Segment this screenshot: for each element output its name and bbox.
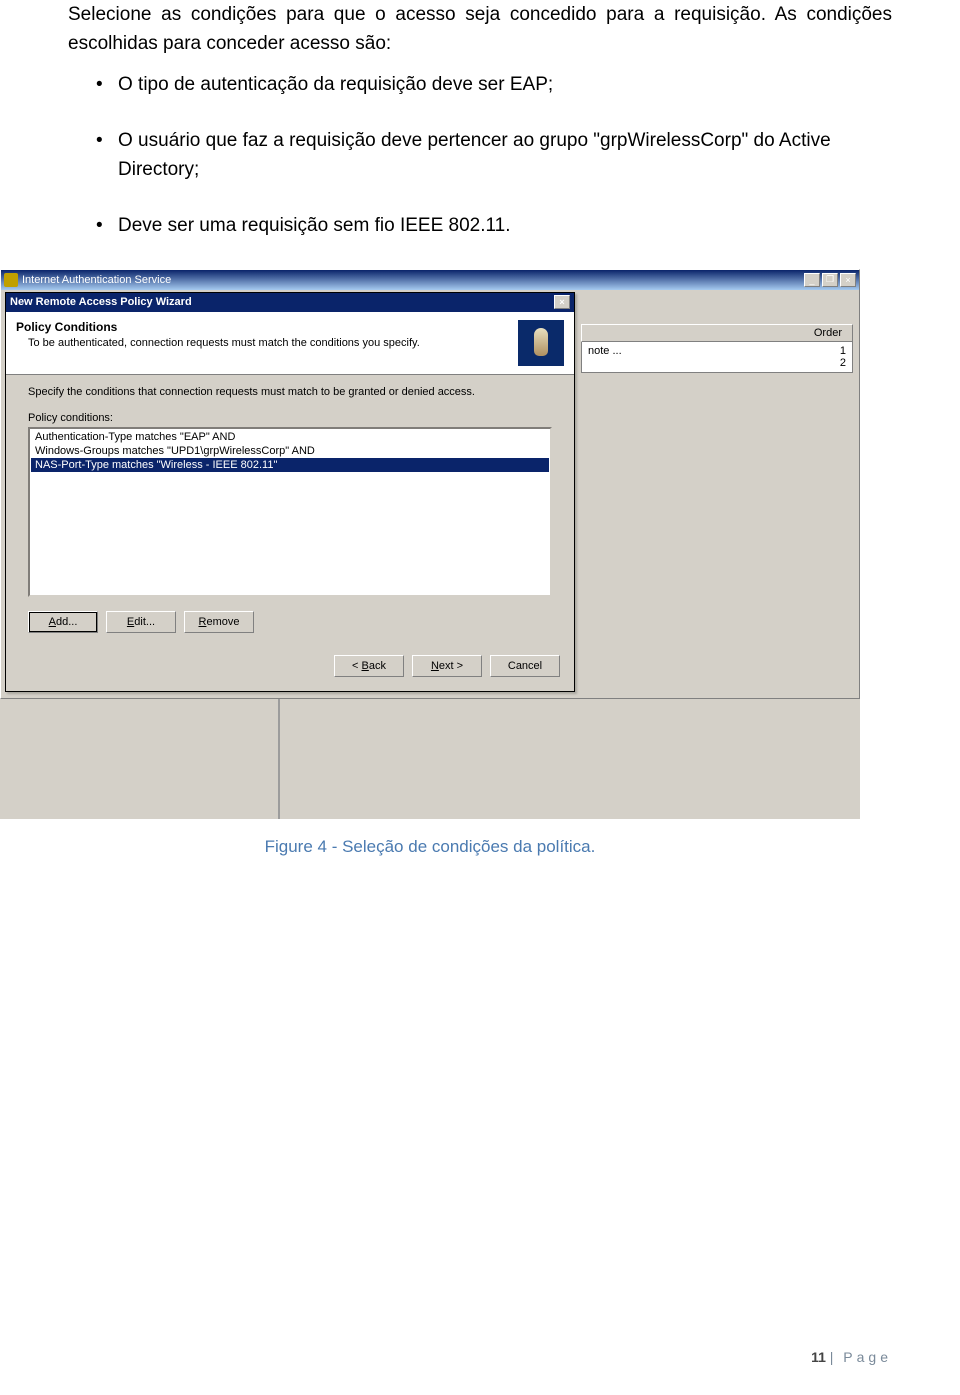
condition-row[interactable]: Windows-Groups matches "UPD1\grpWireless… (31, 444, 549, 458)
page-footer: 11 | Page (811, 1349, 892, 1365)
mmc-titlebar[interactable]: Internet Authentication Service _ ❐ × (1, 270, 859, 290)
mmc-window: Internet Authentication Service _ ❐ × Ne… (0, 269, 860, 699)
next-button[interactable]: Next > (412, 655, 482, 677)
restore-button[interactable]: ❐ (822, 273, 838, 287)
wizard-banner-icon (518, 320, 564, 366)
cancel-button[interactable]: Cancel (490, 655, 560, 677)
bullet-item: O tipo de autenticação da requisição dev… (96, 71, 892, 100)
mmc-lower-pane (0, 699, 860, 819)
remove-button[interactable]: Remove (184, 611, 254, 633)
condition-row[interactable]: Authentication-Type matches "EAP" AND (31, 430, 549, 444)
intro-paragraph: Selecione as condições para que o acesso… (68, 0, 892, 59)
condition-row-selected[interactable]: NAS-Port-Type matches "Wireless - IEEE 8… (31, 458, 549, 472)
back-button[interactable]: < Back (334, 655, 404, 677)
close-button[interactable]: × (840, 273, 856, 287)
policy-row[interactable]: 2 (588, 357, 846, 369)
minimize-button[interactable]: _ (804, 273, 820, 287)
add-button[interactable]: Add... (28, 611, 98, 633)
conditions-listbox[interactable]: Authentication-Type matches "EAP" AND Wi… (28, 427, 552, 597)
wizard-subheading: To be authenticated, connection requests… (16, 337, 510, 349)
app-icon (4, 273, 18, 287)
wizard-titlebar[interactable]: New Remote Access Policy Wizard × (6, 293, 574, 312)
bullet-item: Deve ser uma requisição sem fio IEEE 802… (96, 212, 892, 241)
mmc-title-text: Internet Authentication Service (22, 274, 171, 286)
wizard-title-text: New Remote Access Policy Wizard (10, 296, 192, 308)
policy-row[interactable]: note ...1 (588, 345, 846, 357)
bullet-item: O usuário que faz a requisição deve pert… (96, 127, 892, 184)
wizard-heading: Policy Conditions (16, 320, 510, 334)
wizard-instruction: Specify the conditions that connection r… (28, 385, 552, 400)
order-column-header[interactable]: Order (814, 327, 842, 339)
wizard-close-button[interactable]: × (554, 295, 570, 309)
wizard-dialog: New Remote Access Policy Wizard × Policy… (5, 292, 575, 692)
edit-button[interactable]: Edit... (106, 611, 176, 633)
policy-list-panel: Order note ...1 2 (581, 324, 853, 373)
figure-caption: Figure 4 - Seleção de condições da polít… (0, 837, 860, 857)
conditions-label: Policy conditions: (28, 412, 552, 424)
